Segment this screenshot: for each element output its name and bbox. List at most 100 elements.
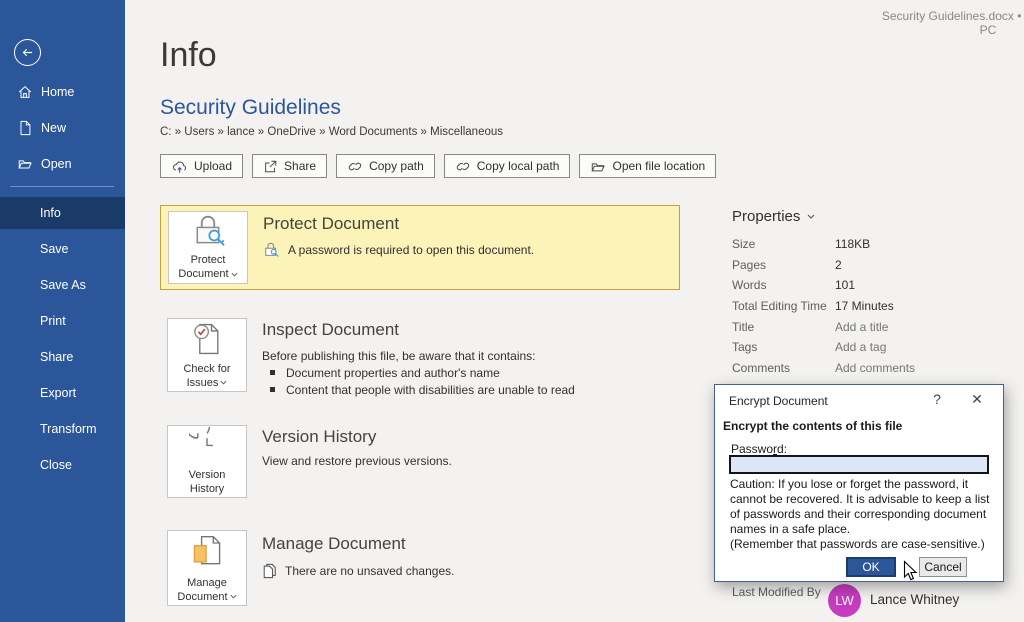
square-bullet-icon <box>270 370 275 375</box>
sidebar-divider <box>10 186 114 187</box>
section-title: Manage Document <box>262 534 406 553</box>
sidebar-item-new[interactable]: New <box>0 110 125 146</box>
sidebar-item-label: Home <box>41 85 75 99</box>
add-title-field[interactable]: Add a title <box>835 320 888 334</box>
manage-document-button[interactable]: Manage Document <box>167 530 247 606</box>
sidebar-item-transform[interactable]: Transform <box>0 413 125 445</box>
sidebar-item-info[interactable]: Info <box>0 197 125 229</box>
properties-title: Properties <box>732 207 801 225</box>
help-icon[interactable] <box>927 390 947 408</box>
tile-label: Check for Issues <box>183 362 231 389</box>
unsaved-pages-icon <box>262 563 277 579</box>
folder-icon <box>590 159 606 174</box>
document-title: Security Guidelines <box>160 96 341 119</box>
button-label: Open file location <box>612 159 706 173</box>
home-icon <box>17 84 33 100</box>
list-item: Document properties and author's name <box>270 366 575 383</box>
last-modified-label: Last Modified By <box>732 585 821 599</box>
password-label: Password: <box>731 442 788 456</box>
add-comments-field[interactable]: Add comments <box>835 361 915 375</box>
new-document-icon <box>17 120 33 136</box>
person-name: Lance Whitney <box>870 592 960 607</box>
manage-document-section: Manage Document Manage Document There ar… <box>160 530 680 608</box>
cancel-button[interactable]: Cancel <box>919 557 967 577</box>
property-row-words: Words 101 <box>732 278 856 293</box>
lock-key-small-icon <box>263 242 280 258</box>
section-description: View and restore previous versions. <box>262 454 452 468</box>
property-row-title: Title Add a title <box>732 319 889 334</box>
version-history-icon <box>189 427 225 463</box>
ok-button[interactable]: OK <box>846 557 896 577</box>
dialog-heading: Encrypt the contents of this file <box>723 419 903 433</box>
add-tag-field[interactable]: Add a tag <box>835 340 886 354</box>
document-path: C: » Users » lance » OneDrive » Word Doc… <box>160 126 504 138</box>
back-arrow-icon <box>20 45 35 60</box>
list-item: Content that people with disabilities ar… <box>270 383 575 400</box>
protect-document-button[interactable]: Protect Document <box>168 211 248 284</box>
button-label: Copy path <box>369 159 424 173</box>
file-toolbar: Upload Share Copy path Copy local path O… <box>160 154 717 178</box>
link-icon <box>347 159 363 174</box>
version-history-button[interactable]: Version History <box>167 425 247 498</box>
dialog-title: Encrypt Document <box>729 394 828 408</box>
sidebar-item-share[interactable]: Share <box>0 341 125 373</box>
property-row-tags: Tags Add a tag <box>732 340 887 355</box>
chevron-down-icon <box>230 594 237 599</box>
properties-header[interactable]: Properties <box>732 205 1017 227</box>
section-title: Inspect Document <box>262 320 400 339</box>
button-label: Copy local path <box>476 159 560 173</box>
sidebar-item-label: Open <box>41 157 72 171</box>
last-modified-row: Last Modified By LW Lance Whitney <box>732 581 1017 621</box>
section-title: Protect Document <box>263 214 400 233</box>
chevron-down-icon <box>231 272 238 277</box>
section-description: A password is required to open this docu… <box>288 243 535 257</box>
mouse-cursor <box>903 560 918 582</box>
manage-document-icon <box>189 533 225 571</box>
share-icon <box>263 159 278 174</box>
properties-panel: Properties Size 118KB Pages 2 Words 101 Tot… <box>732 205 1017 378</box>
property-row-size: Size 118KB <box>732 237 871 252</box>
tile-label: Manage Document <box>171 576 243 604</box>
document-status: Security Guidelines.docx • Saved to this… <box>881 9 1024 37</box>
section-description: There are no unsaved changes. <box>285 564 455 578</box>
tile-label: Version History <box>188 469 226 495</box>
sidebar-item-close[interactable]: Close <box>0 449 125 481</box>
password-input[interactable] <box>729 455 989 474</box>
sidebar-item-open[interactable]: Open <box>0 146 125 182</box>
encrypt-document-dialog: Encrypt Document Encrypt the contents of… <box>714 384 1004 582</box>
check-for-issues-button[interactable]: Check for Issues <box>167 318 247 392</box>
version-history-section: Version History Version History View and… <box>160 425 680 501</box>
section-title: Version History <box>262 427 377 446</box>
caution-text: Caution: If you lose or forget the passw… <box>730 477 990 551</box>
lock-key-icon <box>190 214 226 248</box>
back-button[interactable] <box>14 39 41 66</box>
backstage-sidebar: Home New Open Info Save Save As Print Sh… <box>0 0 125 622</box>
property-row-editing-time: Total Editing Time 17 Minutes <box>732 299 894 314</box>
chevron-down-icon <box>807 214 815 219</box>
button-label: Share <box>284 159 317 173</box>
inspect-document-icon <box>189 321 225 357</box>
sidebar-item-export[interactable]: Export <box>0 377 125 409</box>
close-icon[interactable] <box>967 390 987 408</box>
inspect-document-section: Check for Issues Inspect Document Before… <box>160 315 680 399</box>
link-icon <box>455 159 471 174</box>
share-button[interactable]: Share <box>252 154 328 178</box>
sidebar-item-home[interactable]: Home <box>0 74 125 110</box>
upload-button[interactable]: Upload <box>160 154 244 178</box>
property-row-comments: Comments Add comments <box>732 360 916 375</box>
copy-path-button[interactable]: Copy path <box>336 154 435 178</box>
open-folder-icon <box>17 156 33 172</box>
square-bullet-icon <box>270 386 275 392</box>
chevron-down-icon <box>220 380 227 385</box>
protect-document-section: Protect Document Protect Document A pass… <box>160 205 680 290</box>
open-file-location-button[interactable]: Open file location <box>579 154 717 178</box>
section-intro: Before publishing this file, be aware th… <box>262 349 536 363</box>
property-row-pages: Pages 2 <box>732 257 842 272</box>
sidebar-item-save-as[interactable]: Save As <box>0 269 125 301</box>
button-label: Upload <box>194 159 233 173</box>
page-title: Info <box>160 36 217 74</box>
avatar[interactable]: LW <box>828 584 861 617</box>
sidebar-item-save[interactable]: Save <box>0 233 125 265</box>
copy-local-path-button[interactable]: Copy local path <box>443 154 571 178</box>
sidebar-item-print[interactable]: Print <box>0 305 125 337</box>
